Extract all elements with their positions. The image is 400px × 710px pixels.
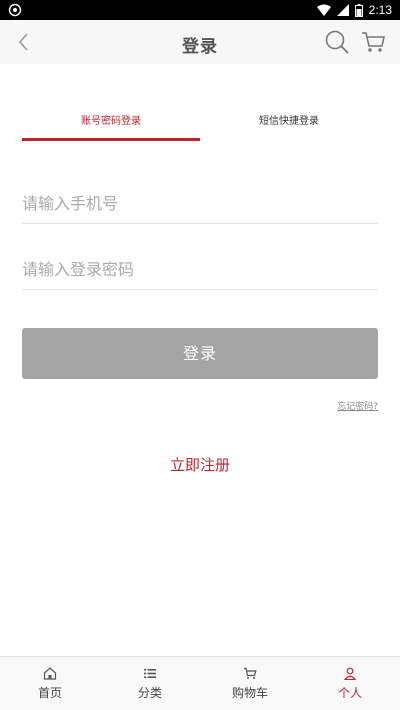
nav-item-category[interactable]: 分类 [100, 657, 200, 710]
register-link[interactable]: 立即注册 [0, 454, 400, 475]
forgot-password-link[interactable]: 忘记密码? [337, 399, 378, 412]
header-bar: 登录 [0, 20, 400, 64]
cart-icon[interactable] [360, 29, 386, 55]
phone-input[interactable] [22, 184, 378, 223]
nav-item-home[interactable]: 首页 [0, 657, 100, 710]
search-icon[interactable] [324, 29, 350, 55]
phone-field [22, 184, 378, 224]
tab-sms-login[interactable]: 短信快捷登录 [200, 110, 378, 142]
login-button[interactable]: 登录 [22, 328, 378, 379]
user-icon [343, 667, 357, 680]
password-field [22, 250, 378, 290]
bottom-nav: 首页 分类 购物车 个人 [0, 656, 400, 710]
login-tabs: 账号密码登录 短信快捷登录 [22, 110, 378, 142]
cart-icon [244, 667, 257, 679]
nav-label-cart: 购物车 [231, 686, 268, 700]
home-icon [43, 667, 57, 680]
nav-label-category: 分类 [137, 686, 162, 700]
signal-icon [336, 4, 349, 16]
wifi-icon [316, 4, 331, 16]
nav-item-cart[interactable]: 购物车 [200, 657, 300, 710]
active-tab-indicator [22, 138, 200, 141]
status-time: 2:13 [368, 3, 392, 17]
battery-icon [354, 3, 363, 17]
status-bar: 2:13 [0, 0, 400, 20]
list-icon [144, 669, 156, 678]
nav-label-home: 首页 [37, 686, 62, 700]
nav-label-profile: 个人 [337, 686, 362, 700]
password-input[interactable] [22, 250, 378, 289]
nav-item-profile[interactable]: 个人 [300, 657, 400, 710]
app-notification-icon [8, 3, 22, 17]
